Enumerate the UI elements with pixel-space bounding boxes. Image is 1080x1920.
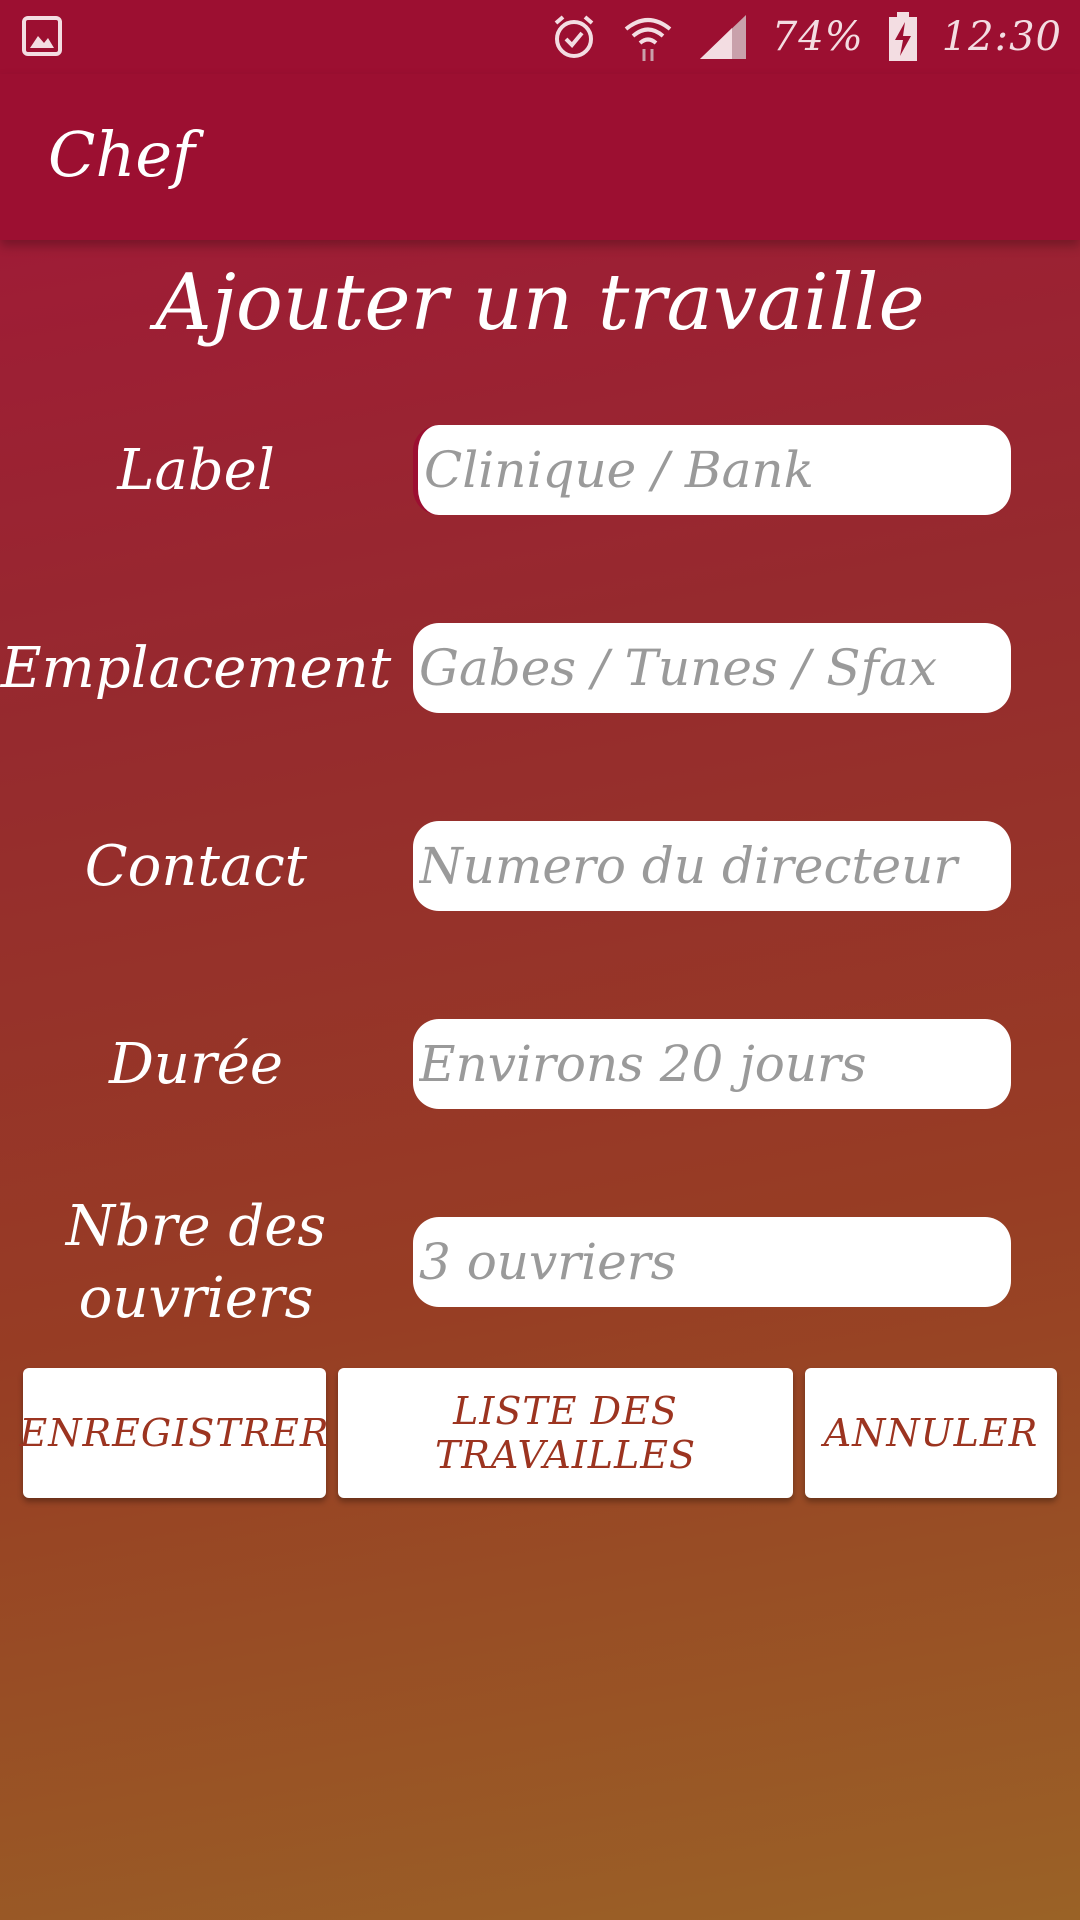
form-row-label: Label: [0, 425, 1080, 517]
duree-field-label: Durée: [108, 1032, 283, 1097]
emplacement-input[interactable]: [413, 623, 1011, 713]
status-icons: 74% 12:30: [550, 8, 1062, 66]
wifi-icon: [622, 11, 674, 63]
clock: 12:30: [941, 14, 1062, 60]
status-bar: 74% 12:30: [0, 0, 1080, 74]
ouvriers-label-line1: Nbre des: [65, 1194, 327, 1259]
page-title: Ajouter un travaille: [155, 258, 925, 348]
duree-input[interactable]: [413, 1019, 1011, 1109]
cancel-button[interactable]: ANNULER: [805, 1368, 1057, 1498]
form-row-duree: Durée: [0, 1019, 1080, 1111]
contact-input[interactable]: [413, 821, 1011, 911]
save-button[interactable]: ENREGISTRER: [19, 1368, 329, 1498]
app-title: Chef: [48, 118, 196, 191]
app-bar: Chef: [0, 74, 1080, 240]
alarm-icon: [550, 13, 598, 61]
gallery-icon: [22, 16, 62, 56]
signal-icon: [698, 13, 748, 61]
battery-charging-icon: [888, 12, 918, 62]
list-works-button[interactable]: LISTE DES TRAVAILLES: [338, 1368, 793, 1498]
label-input[interactable]: [413, 425, 1011, 515]
battery-percent: 74%: [771, 14, 864, 60]
ouvriers-input[interactable]: [413, 1217, 1011, 1307]
form-row-contact: Contact: [0, 821, 1080, 913]
ouvriers-field-label: Nbre des ouvriers: [24, 1187, 368, 1339]
label-field-label: Label: [117, 438, 275, 503]
emplacement-field-label: Emplacement: [0, 636, 392, 701]
form-row-emplacement: Emplacement: [0, 623, 1080, 715]
ouvriers-label-line2: ouvriers: [78, 1266, 314, 1331]
contact-field-label: Contact: [84, 834, 308, 899]
form-row-ouvriers: Nbre des ouvriers: [0, 1194, 1080, 1331]
